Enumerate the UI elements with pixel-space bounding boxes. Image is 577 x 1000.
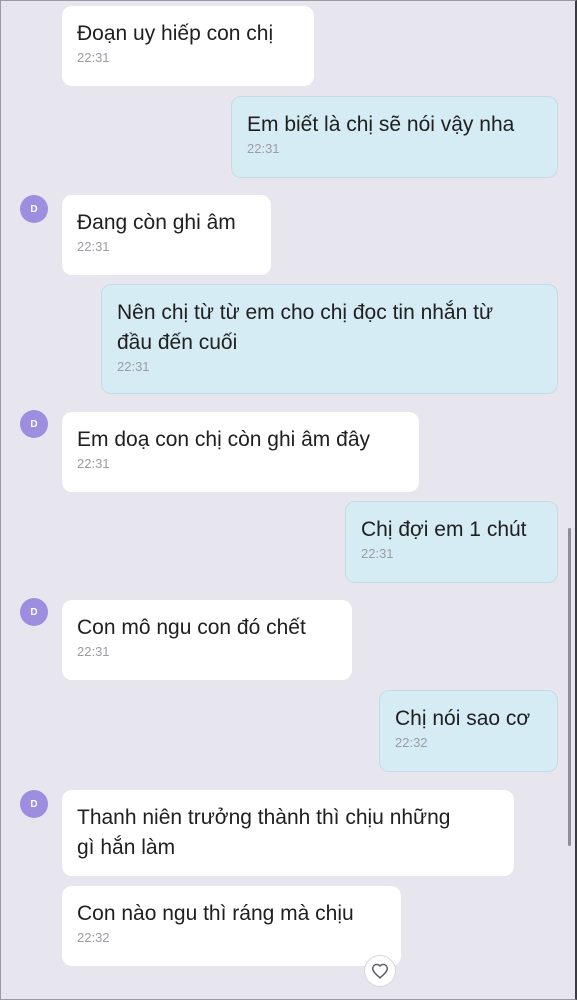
avatar-letter: D xyxy=(30,606,38,618)
message-bubble-incoming[interactable]: Thanh niên trưởng thành thì chịu những g… xyxy=(62,790,514,876)
message-bubble-incoming[interactable]: Đang còn ghi âm 22:31 xyxy=(62,195,271,275)
message-bubble-outgoing[interactable]: Nên chị từ từ em cho chị đọc tin nhắn từ… xyxy=(101,284,558,394)
message-text: Chị nói sao cơ xyxy=(395,707,531,730)
message-bubble-incoming[interactable]: Con mô ngu con đó chết 22:31 xyxy=(62,600,352,680)
message-text: Con nào ngu thì ráng mà chịu xyxy=(77,902,354,925)
message-time: 22:31 xyxy=(77,239,110,254)
message-bubble-incoming[interactable]: Em doạ con chị còn ghi âm đây 22:31 xyxy=(62,412,419,492)
scrollbar[interactable] xyxy=(568,528,571,846)
message-text: Chị đợi em 1 chút xyxy=(361,518,527,541)
message-bubble-incoming[interactable]: Đoạn uy hiếp con chị 22:31 xyxy=(62,6,314,86)
message-bubble-outgoing[interactable]: Chị đợi em 1 chút 22:31 xyxy=(345,501,558,583)
message-text: Em doạ con chị còn ghi âm đây xyxy=(77,428,370,451)
avatar-letter: D xyxy=(30,203,38,215)
avatar[interactable]: D xyxy=(20,410,48,438)
message-time: 22:32 xyxy=(77,930,110,945)
message-time: 22:31 xyxy=(77,50,110,65)
heart-icon[interactable] xyxy=(364,955,396,987)
avatar-letter: D xyxy=(30,418,38,430)
message-bubble-outgoing[interactable]: Em biết là chị sẽ nói vậy nha 22:31 xyxy=(231,96,558,178)
avatar[interactable]: D xyxy=(20,195,48,223)
message-time: 22:31 xyxy=(77,644,110,659)
avatar-letter: D xyxy=(30,798,38,810)
heart-glyph xyxy=(371,963,389,979)
message-time: 22:31 xyxy=(361,546,394,561)
message-bubble-outgoing[interactable]: Chị nói sao cơ 22:32 xyxy=(379,690,558,772)
message-text: Em biết là chị sẽ nói vậy nha xyxy=(247,113,515,136)
message-text: Đang còn ghi âm xyxy=(77,211,236,234)
message-text: Đoạn uy hiếp con chị xyxy=(77,22,274,45)
avatar[interactable]: D xyxy=(20,790,48,818)
message-time: 22:31 xyxy=(77,456,110,471)
message-bubble-incoming[interactable]: Con nào ngu thì ráng mà chịu 22:32 xyxy=(62,886,401,966)
message-time: 22:32 xyxy=(395,735,428,750)
avatar[interactable]: D xyxy=(20,598,48,626)
message-text: Nên chị từ từ em cho chị đọc tin nhắn từ… xyxy=(117,301,494,354)
message-text: Con mô ngu con đó chết xyxy=(77,616,306,639)
message-text: Thanh niên trưởng thành thì chịu những g… xyxy=(77,806,451,859)
message-time: 22:31 xyxy=(117,359,150,374)
message-time: 22:31 xyxy=(247,141,280,156)
